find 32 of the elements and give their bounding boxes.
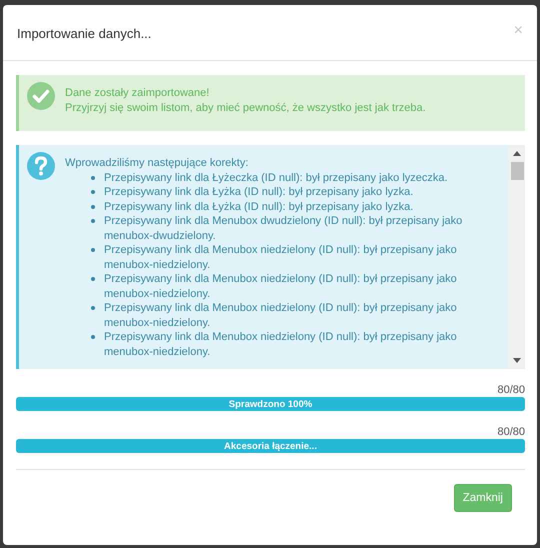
progress-count: 80/80 (497, 425, 525, 439)
correction-item: Przepisywany link dla Łyżka (ID null): był przepisany jako lyzka. (104, 200, 414, 214)
scroll-up-icon[interactable] (513, 151, 521, 156)
bullet-icon (91, 204, 95, 208)
success-message: Przyjrzyj się swoim listom, aby mieć pewność, że wszystko jest jak trzeba. (65, 101, 426, 116)
scroll-down-icon[interactable] (513, 358, 521, 363)
close-button[interactable]: × (510, 23, 527, 39)
scrollbar-thumb[interactable] (510, 162, 524, 180)
bullet-icon (91, 277, 95, 281)
correction-item: Przepisywany link dla Menubox niedzielony (ID null): był przepisany jako menubox-niedzielony. (104, 301, 458, 330)
info-heading: Wprowadziliśmy następujące korekty: (65, 156, 250, 170)
modal-title: Importowanie danych... (17, 26, 152, 41)
correction-item: Przepisywany link dla Łyżeczka (ID null): był przepisany jako lyzeczka. (104, 170, 448, 185)
bullet-icon (91, 190, 95, 194)
progress-count: 80/80 (497, 383, 525, 397)
close-dialog-button[interactable]: Zamknij (454, 484, 512, 512)
checkmark-icon (27, 82, 55, 110)
correction-item: Przepisywany link dla Menubox niedzielony (ID null): był przepisany jako menubox-niedzielony. (104, 330, 458, 359)
correction-item: Przepisywany link dla Menubox niedzielony (ID null): był przepisany jako menubox-niedzielony. (104, 243, 458, 272)
bullet-icon (91, 335, 95, 339)
scrollbar[interactable] (509, 145, 525, 369)
correction-item: Przepisywany link dla Menubox dwudzielony (ID null): był przepisany jako menubox-dwudzielony. (104, 214, 464, 243)
bullet-icon (91, 219, 95, 223)
bullet-icon (91, 306, 95, 310)
bullet-icon (91, 176, 95, 180)
bullet-icon (91, 248, 95, 252)
correction-item: Przepisywany link dla Łyżka (ID null): był przepisany jako lyzka. (104, 185, 414, 200)
correction-item: Przepisywany link dla Menubox niedzielony (ID null): był przepisany jako menubox-niedzielony. (104, 272, 458, 301)
success-message: Dane zostały zaimportowane! (65, 86, 210, 101)
progress-label: Akcesoria łączenie... (224, 440, 317, 452)
question-icon (27, 152, 55, 180)
progress-label: Sprawdzono 100% (228, 398, 312, 410)
